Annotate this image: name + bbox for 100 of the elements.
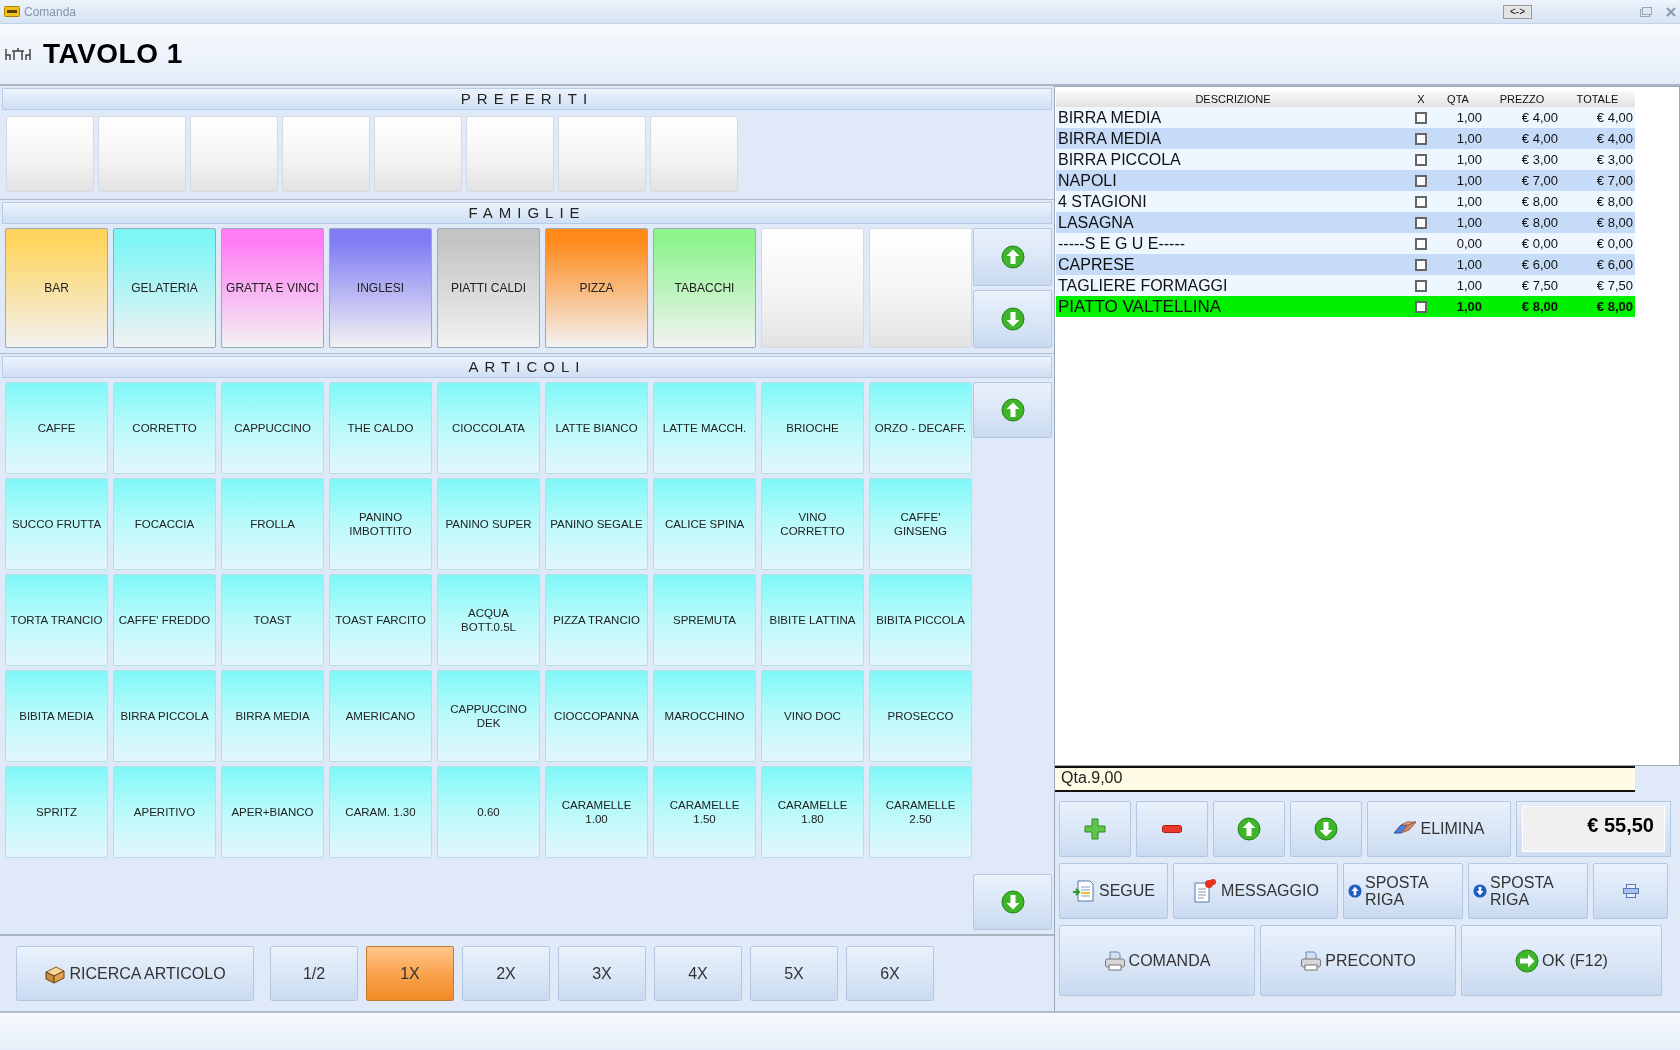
checkbox[interactable] — [1415, 195, 1427, 208]
category-tile[interactable]: TABACCHI — [653, 228, 756, 348]
message-button[interactable]: MESSAGGIO — [1173, 863, 1338, 919]
article-tile[interactable]: PANINO SUPER — [437, 478, 540, 570]
move-row-up-button[interactable]: SPOSTA RIGA — [1343, 863, 1463, 919]
multiplier-button[interactable]: 3X — [558, 946, 646, 1001]
empty-tile[interactable] — [558, 116, 646, 192]
order-row[interactable]: NAPOLI 1,00 € 7,00 € 7,00 — [1056, 170, 1635, 191]
article-tile[interactable]: CIOCCOLATA — [437, 382, 540, 474]
article-tile[interactable]: PANINO SEGALE — [545, 478, 648, 570]
checkbox[interactable] — [1415, 132, 1427, 145]
remove-button[interactable] — [1136, 801, 1208, 857]
article-tile[interactable]: CORRETTO — [113, 382, 216, 474]
article-tile[interactable]: VINO DOC — [761, 670, 864, 762]
article-tile[interactable]: BIRRA MEDIA — [221, 670, 324, 762]
article-tile[interactable]: CAPPUCCINO DEK — [437, 670, 540, 762]
checkbox[interactable] — [1415, 216, 1427, 229]
article-tile[interactable]: CARAMELLE 1.50 — [653, 766, 756, 858]
article-tile[interactable]: BIBITA MEDIA — [5, 670, 108, 762]
category-tile[interactable]: GELATERIA — [113, 228, 216, 348]
empty-tile[interactable] — [466, 116, 554, 192]
article-tile[interactable]: AMERICANO — [329, 670, 432, 762]
empty-tile[interactable] — [650, 116, 738, 192]
article-tile[interactable]: SPRITZ — [5, 766, 108, 858]
article-tile[interactable]: 0.60 — [437, 766, 540, 858]
checkbox[interactable] — [1415, 279, 1427, 292]
multiplier-button[interactable]: 2X — [462, 946, 550, 1001]
delete-button[interactable]: ELIMINA — [1367, 801, 1511, 857]
article-tile[interactable]: LATTE MACCH. — [653, 382, 756, 474]
category-tile[interactable]: PIZZA — [545, 228, 648, 348]
article-tile[interactable]: CAFFE — [5, 382, 108, 474]
article-tile[interactable]: ACQUA BOTT.0.5L — [437, 574, 540, 666]
article-tile[interactable]: CAPPUCCINO — [221, 382, 324, 474]
article-tile[interactable]: BRIOCHE — [761, 382, 864, 474]
multiplier-button[interactable]: 6X — [846, 946, 934, 1001]
article-tile[interactable]: BIRRA PICCOLA — [113, 670, 216, 762]
category-tile[interactable]: BAR — [5, 228, 108, 348]
empty-tile[interactable] — [869, 228, 972, 348]
scroll-up-button[interactable] — [973, 382, 1052, 438]
checkbox[interactable] — [1415, 258, 1427, 271]
article-tile[interactable]: LATTE BIANCO — [545, 382, 648, 474]
print-button[interactable] — [1593, 863, 1668, 919]
checkbox[interactable] — [1415, 153, 1427, 166]
pre-bill-button[interactable]: PRECONTO — [1260, 925, 1456, 996]
order-row[interactable]: BIRRA MEDIA 1,00 € 4,00 € 4,00 — [1056, 128, 1635, 149]
resize-button[interactable]: <-> — [1503, 4, 1532, 19]
article-tile[interactable]: SUCCO FRUTTA — [5, 478, 108, 570]
article-tile[interactable]: BIBITE LATTINA — [761, 574, 864, 666]
add-button[interactable] — [1059, 801, 1131, 857]
category-tile[interactable]: PIATTI CALDI — [437, 228, 540, 348]
article-tile[interactable]: VINO CORRETTO — [761, 478, 864, 570]
multiplier-button[interactable]: 5X — [750, 946, 838, 1001]
article-tile[interactable]: THE CALDO — [329, 382, 432, 474]
article-tile[interactable]: TORTA TRANCIO — [5, 574, 108, 666]
checkbox[interactable] — [1415, 111, 1427, 124]
article-tile[interactable]: APERITIVO — [113, 766, 216, 858]
send-order-button[interactable]: COMANDA — [1059, 925, 1255, 996]
order-row[interactable]: 4 STAGIONI 1,00 € 8,00 € 8,00 — [1056, 191, 1635, 212]
article-tile[interactable]: TOAST FARCITO — [329, 574, 432, 666]
article-tile[interactable]: PANINO IMBOTTITO — [329, 478, 432, 570]
article-tile[interactable]: CARAMELLE 2.50 — [869, 766, 972, 858]
multiplier-button[interactable]: 1X — [366, 946, 454, 1001]
follow-button[interactable]: SEGUE — [1059, 863, 1168, 919]
article-tile[interactable]: MAROCCHINO — [653, 670, 756, 762]
move-down-button[interactable] — [1290, 801, 1362, 857]
empty-tile[interactable] — [6, 116, 94, 192]
article-tile[interactable]: FROLLA — [221, 478, 324, 570]
empty-tile[interactable] — [282, 116, 370, 192]
move-row-down-button[interactable]: SPOSTA RIGA — [1468, 863, 1588, 919]
article-tile[interactable]: CAFFE' FREDDO — [113, 574, 216, 666]
article-tile[interactable]: CARAMELLE 1.80 — [761, 766, 864, 858]
empty-tile[interactable] — [761, 228, 864, 348]
checkbox[interactable] — [1415, 174, 1427, 187]
checkbox[interactable] — [1415, 237, 1427, 250]
scroll-up-button[interactable] — [973, 228, 1052, 286]
order-row[interactable]: PIATTO VALTELLINA 1,00 € 8,00 € 8,00 — [1056, 296, 1635, 317]
article-tile[interactable]: ORZO - DECAFF. — [869, 382, 972, 474]
article-tile[interactable]: CAFFE' GINSENG — [869, 478, 972, 570]
article-tile[interactable]: PIZZA TRANCIO — [545, 574, 648, 666]
order-row[interactable]: LASAGNA 1,00 € 8,00 € 8,00 — [1056, 212, 1635, 233]
multiplier-button[interactable]: 1/2 — [270, 946, 358, 1001]
article-tile[interactable]: SPREMUTA — [653, 574, 756, 666]
category-tile[interactable]: INGLESI — [329, 228, 432, 348]
order-row[interactable]: TAGLIERE FORMAGGI 1,00 € 7,50 € 7,50 — [1056, 275, 1635, 296]
empty-tile[interactable] — [98, 116, 186, 192]
search-article-button[interactable]: RICERCA ARTICOLO — [16, 946, 254, 1001]
article-tile[interactable]: PROSECCO — [869, 670, 972, 762]
article-tile[interactable]: CIOCCOPANNA — [545, 670, 648, 762]
article-tile[interactable]: CARAMELLE 1.00 — [545, 766, 648, 858]
article-tile[interactable]: FOCACCIA — [113, 478, 216, 570]
move-up-button[interactable] — [1213, 801, 1285, 857]
ok-button[interactable]: OK (F12) — [1461, 925, 1662, 996]
empty-tile[interactable] — [374, 116, 462, 192]
checkbox[interactable] — [1415, 300, 1427, 313]
restore-icon[interactable] — [1640, 6, 1652, 17]
empty-tile[interactable] — [190, 116, 278, 192]
order-row[interactable]: BIRRA PICCOLA 1,00 € 3,00 € 3,00 — [1056, 149, 1635, 170]
order-row[interactable]: -----S E G U E----- 0,00 € 0,00 € 0,00 — [1056, 233, 1635, 254]
article-tile[interactable]: TOAST — [221, 574, 324, 666]
close-icon[interactable] — [1666, 6, 1676, 17]
